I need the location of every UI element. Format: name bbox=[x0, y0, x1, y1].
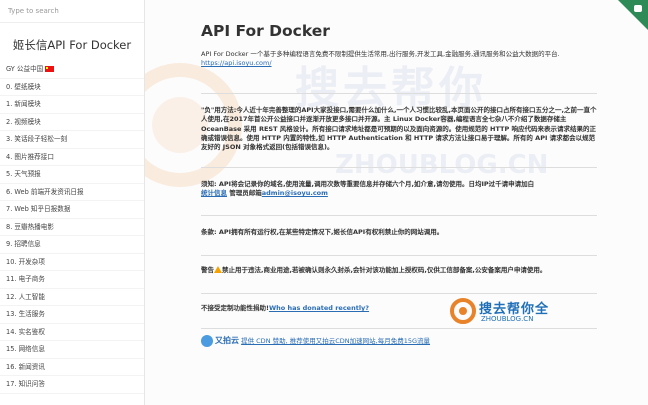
admin-email-link[interactable]: admin@isoyu.com bbox=[262, 189, 328, 197]
sidebar-item-4[interactable]: 4. 图片推荐接口 bbox=[0, 149, 144, 166]
intro-link[interactable]: https://api.isoyu.com/ bbox=[201, 59, 272, 67]
sidebar-item-1[interactable]: 1. 新闻模块 bbox=[0, 96, 144, 114]
sidebar: 姬长信API For Docker GY 公益中国 0. 壁纸模块 1. 新闻模… bbox=[0, 0, 145, 405]
warning-paragraph: 警告 禁止用于违法,商业用途,若被确认则永久封杀,会针对该功能加上授权码,仅供工信… bbox=[201, 266, 597, 275]
warning-text: 禁止用于违法,商业用途,若被确认则永久封杀,会针对该功能加上授权码,仅供工信部备… bbox=[222, 266, 547, 275]
badge-url: ZHOUBLOG.CN bbox=[481, 315, 534, 323]
donation-link[interactable]: Who has donated recently? bbox=[269, 304, 369, 312]
notice-text: 须知: API将会记录你的域名,使用流量,调用次数等重要信息并存储六个月,如介意… bbox=[201, 179, 535, 188]
warning-label: 警告 bbox=[201, 266, 214, 275]
sidebar-item-15[interactable]: 15. 网络信息 bbox=[0, 341, 144, 359]
badge-logo-icon bbox=[450, 298, 476, 324]
upyun-label: 又拍云 bbox=[215, 335, 239, 345]
sidebar-item-7[interactable]: 7. Web 知乎日报数据 bbox=[0, 201, 144, 219]
usage-paragraph: "负"用方法:今人近十年完善整理的API大家投接口,需要什么加什么,一个人习惯比… bbox=[201, 105, 597, 152]
sidebar-brand: 姬长信API For Docker bbox=[12, 38, 132, 52]
donation-text: 不接受定制功能性捐助! bbox=[201, 304, 269, 313]
search-input[interactable] bbox=[6, 6, 130, 16]
sidebar-item-14[interactable]: 14. 实名鉴权 bbox=[0, 324, 144, 341]
upyun-sponsor-link[interactable]: 提供 CDN 赞助, 推荐使用又拍云CDN加速网站,每月免费15G流量 bbox=[241, 337, 430, 345]
sidebar-item-17[interactable]: 17. 知识问答 bbox=[0, 376, 144, 394]
sidebar-item-11[interactable]: 11. 电子商务 bbox=[0, 271, 144, 289]
stats-link[interactable]: 统计信息 bbox=[201, 189, 227, 197]
intro-paragraph: API For Docker 一个基于多种编程语言免费不限制提供生活常用,出行服… bbox=[201, 50, 597, 69]
sidebar-item-3[interactable]: 3. 笑话段子轻松一刻 bbox=[0, 131, 144, 149]
sidebar-nav: GY 公益中国 0. 壁纸模块 1. 新闻模块 2. 视频模块 3. 笑话段子轻… bbox=[0, 61, 144, 394]
sidebar-item-9[interactable]: 9. 招聘信息 bbox=[0, 236, 144, 254]
notice-paragraph: 须知: API将会记录你的域名,使用流量,调用次数等重要信息并存储六个月,如介意… bbox=[201, 180, 597, 199]
search-bar bbox=[0, 0, 144, 23]
admin-label: 管理员邮箱 bbox=[229, 189, 262, 198]
terms-paragraph: 条款: API拥有所有运行权,在某些特定情况下,姬长信API有权利禁止你的网站调… bbox=[201, 227, 444, 236]
sidebar-item-16[interactable]: 16. 新闻资讯 bbox=[0, 359, 144, 376]
warning-icon bbox=[214, 266, 222, 274]
sidebar-item-12[interactable]: 12. 人工智能 bbox=[0, 289, 144, 306]
upyun-logo-icon bbox=[201, 334, 213, 347]
sponsor-line: 又拍云 提供 CDN 赞助, 推荐使用又拍云CDN加速网站,每月免费15G流量 bbox=[201, 334, 597, 347]
sidebar-item-gy[interactable]: GY 公益中国 bbox=[0, 61, 144, 79]
sidebar-item-0[interactable]: 0. 壁纸模块 bbox=[0, 79, 144, 96]
china-flag-icon bbox=[45, 66, 55, 72]
intro-text: API For Docker 一个基于多种编程语言免费不限制提供生活常用,出行服… bbox=[201, 50, 560, 58]
sidebar-item-5[interactable]: 5. 天气预报 bbox=[0, 166, 144, 184]
sidebar-item-10[interactable]: 10. 开发杂项 bbox=[0, 254, 144, 271]
github-corner-icon bbox=[634, 5, 642, 12]
sidebar-item-label: GY 公益中国 bbox=[6, 65, 44, 73]
sidebar-item-6[interactable]: 6. Web 前端开发资讯日报 bbox=[0, 184, 144, 201]
sidebar-item-2[interactable]: 2. 视频模块 bbox=[0, 114, 144, 131]
watermark-badge: 搜去帮你全 ZHOUBLOG.CN bbox=[449, 297, 597, 327]
main-content: 搜去帮你 ZHOUBLOG.CN API For Docker API For … bbox=[145, 0, 648, 405]
sidebar-item-13[interactable]: 13. 生活服务 bbox=[0, 306, 144, 324]
sidebar-item-8[interactable]: 8. 豆瓣热播电影 bbox=[0, 219, 144, 236]
article: API For Docker API For Docker 一个基于多种编程语言… bbox=[201, 0, 597, 347]
page-title: API For Docker bbox=[201, 22, 330, 40]
